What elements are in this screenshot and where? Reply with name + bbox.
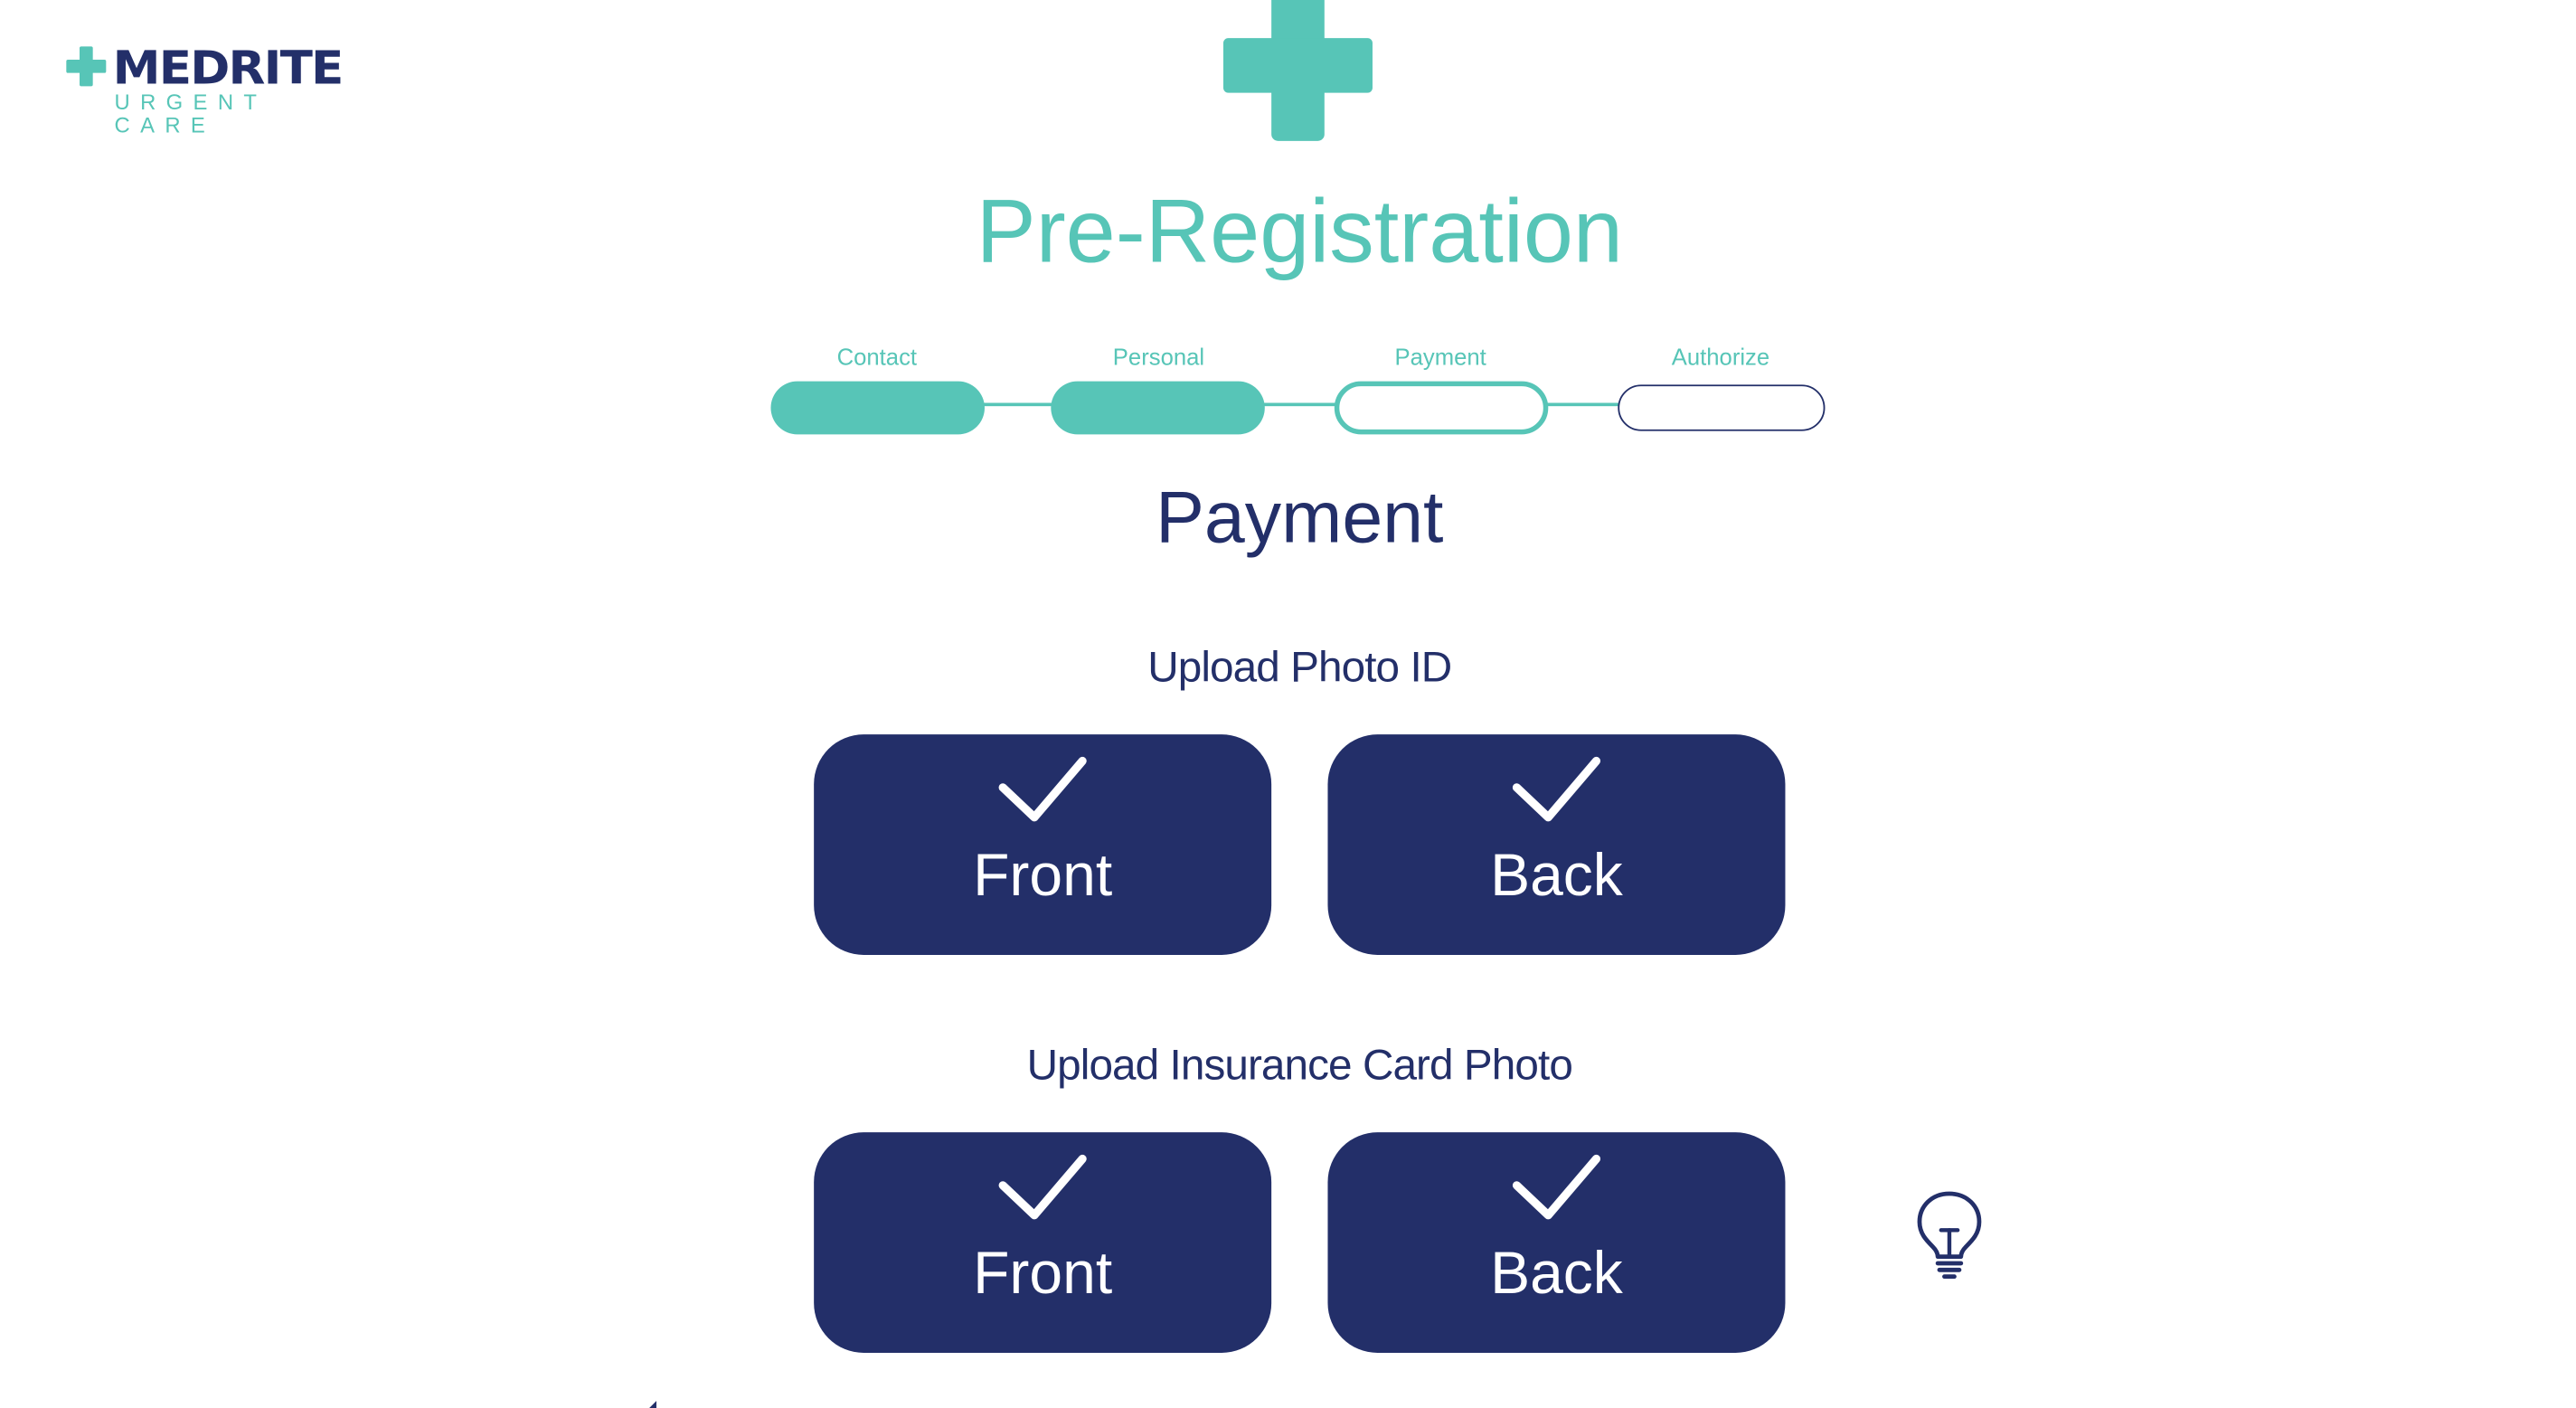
check-icon — [998, 1154, 1087, 1220]
step-connector — [983, 402, 1053, 407]
medical-cross-icon — [1222, 0, 1373, 143]
brand-tagline: URGENT CARE — [114, 89, 267, 138]
page-title: Pre-Registration — [976, 182, 1623, 282]
photo-id-heading: Upload Photo ID — [1147, 641, 1452, 692]
logo-cross-bar — [66, 59, 107, 73]
step-label-personal: Personal — [1112, 343, 1205, 370]
step-pill-authorize — [1618, 384, 1826, 431]
insurance-back-button[interactable]: Back — [1327, 1132, 1786, 1353]
insurance-card-heading: Upload Insurance Card Photo — [1026, 1039, 1573, 1090]
check-icon — [1512, 1154, 1601, 1220]
step-connector — [1262, 402, 1336, 407]
step-label-authorize: Authorize — [1671, 343, 1770, 370]
step-label-payment: Payment — [1394, 343, 1486, 370]
photo-id-front-button[interactable]: Front — [814, 734, 1272, 955]
button-label: Front — [973, 1238, 1113, 1307]
cross-horizontal — [1222, 38, 1373, 93]
step-connector — [1544, 402, 1620, 407]
page: MEDRITE URGENT CARE Pre-Registration Con… — [0, 0, 2576, 1408]
button-label: Front — [973, 840, 1113, 909]
check-icon — [998, 756, 1087, 822]
corner-arrow-icon — [649, 1401, 656, 1408]
step-pill-personal — [1051, 381, 1265, 435]
button-label: Back — [1490, 1238, 1623, 1307]
step-pill-payment — [1334, 381, 1549, 435]
photo-id-back-button[interactable]: Back — [1327, 734, 1786, 955]
brand-name: MEDRITE — [112, 41, 344, 95]
step-label-contact: Contact — [836, 343, 918, 370]
insurance-front-button[interactable]: Front — [814, 1132, 1272, 1353]
button-label: Back — [1490, 840, 1623, 909]
lightbulb-icon[interactable] — [1913, 1187, 1986, 1280]
section-title: Payment — [1156, 477, 1444, 559]
check-icon — [1512, 756, 1601, 822]
brand-logo[interactable]: MEDRITE URGENT CARE — [63, 40, 378, 137]
step-pill-contact — [770, 381, 985, 435]
